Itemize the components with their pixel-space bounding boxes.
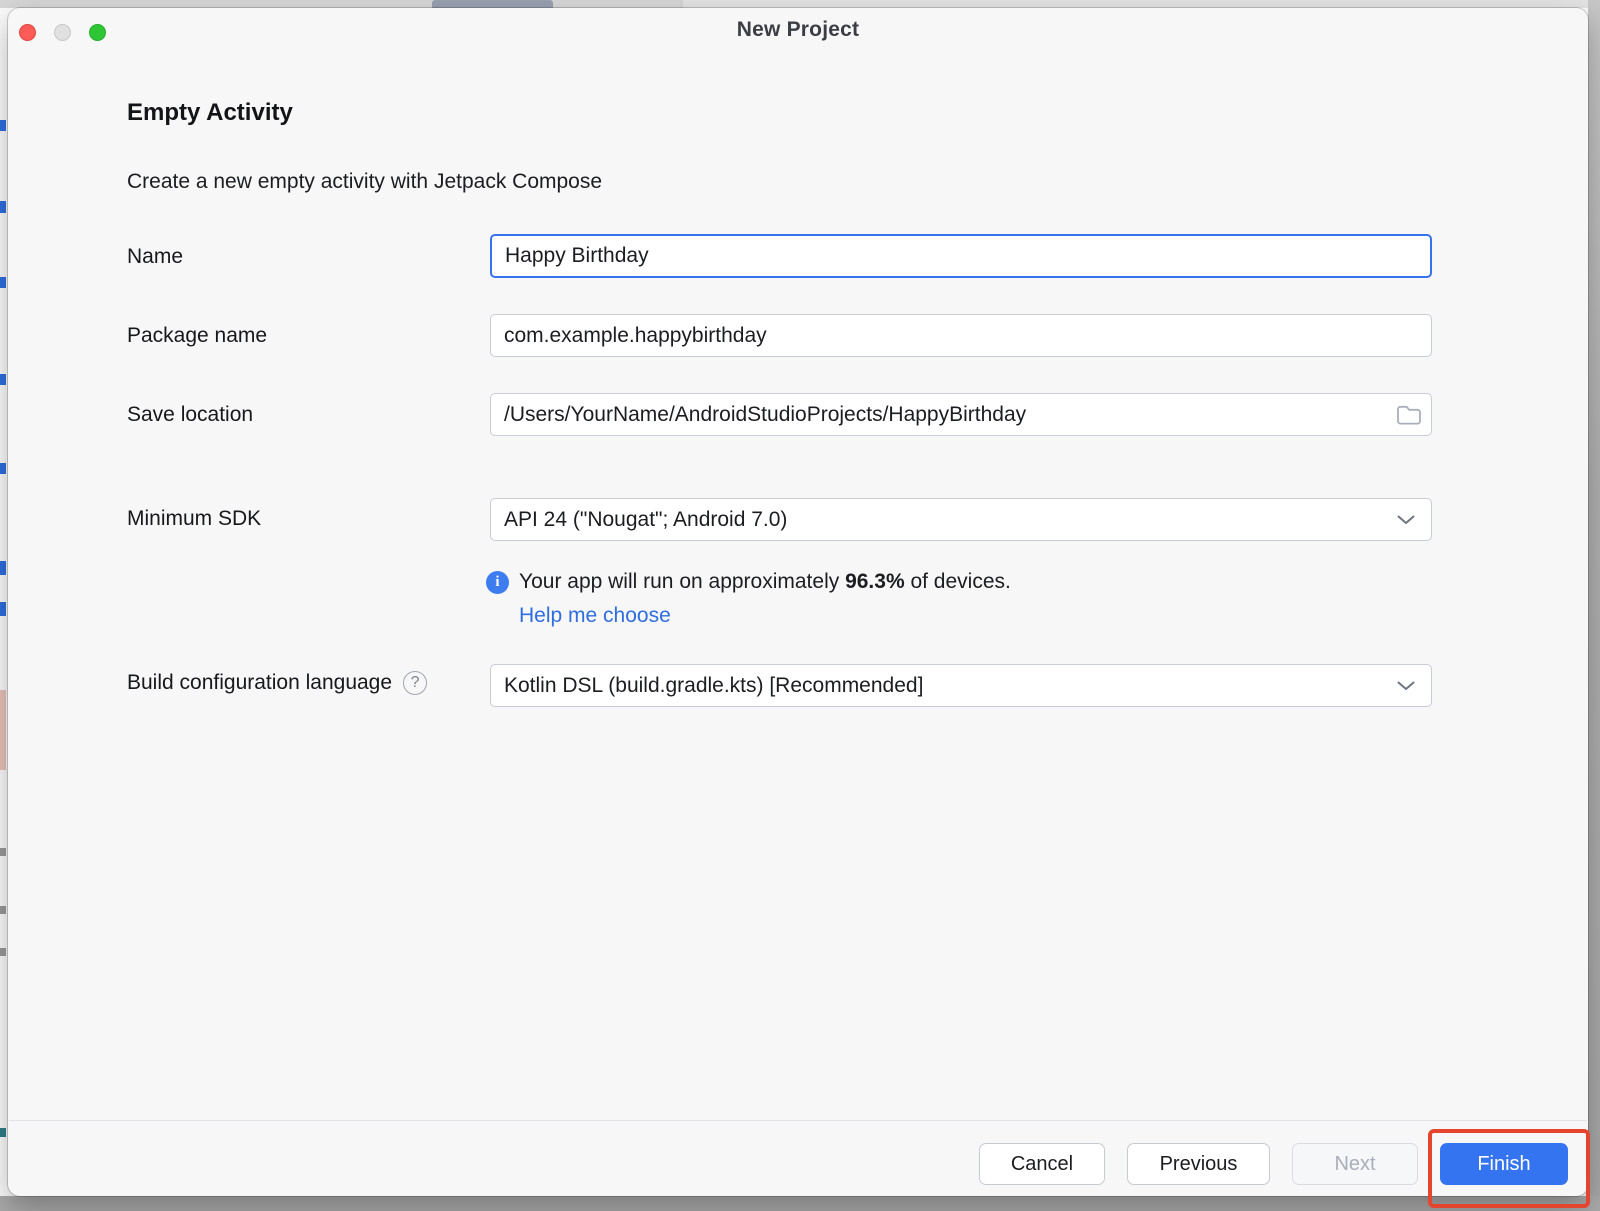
footer-divider [9, 1120, 1587, 1121]
save-location-input[interactable] [490, 393, 1432, 436]
background-artifact [0, 201, 6, 213]
build-config-label: Build configuration language [127, 671, 392, 695]
package-name-input[interactable] [490, 314, 1432, 357]
finish-button[interactable]: Finish [1440, 1143, 1568, 1185]
background-artifact [0, 602, 6, 616]
minimum-sdk-label: Minimum SDK [127, 507, 261, 531]
sdk-info-percent: 96.3% [845, 570, 905, 593]
previous-button[interactable]: Previous [1127, 1143, 1270, 1185]
sdk-info-text: Your app will run on approximately 96.3%… [519, 570, 1011, 594]
name-label: Name [127, 245, 183, 269]
background-top-bar-light [683, 0, 1600, 8]
build-config-label-row: Build configuration language ? [127, 670, 427, 695]
save-location-label: Save location [127, 403, 253, 427]
chevron-down-icon [1397, 681, 1415, 691]
background-artifact [0, 1128, 6, 1137]
background-artifact [0, 561, 6, 575]
background-artifact [0, 948, 6, 956]
background-artifact [0, 906, 6, 914]
background-bottom-strip [0, 1196, 1600, 1211]
background-artifact [0, 690, 6, 770]
background-artifact [0, 374, 6, 385]
folder-icon[interactable] [1392, 402, 1426, 428]
help-me-choose-link[interactable]: Help me choose [519, 604, 671, 628]
minimum-sdk-select[interactable]: API 24 ("Nougat"; Android 7.0) [490, 498, 1432, 541]
sdk-info-suffix: of devices. [905, 570, 1011, 593]
minimum-sdk-value: API 24 ("Nougat"; Android 7.0) [504, 508, 787, 532]
window-title: New Project [8, 18, 1588, 42]
background-artifact [0, 277, 6, 288]
sdk-info-prefix: Your app will run on approximately [519, 570, 845, 593]
sdk-info-row: i Your app will run on approximately 96.… [486, 570, 1011, 594]
background-tab-fragment [432, 0, 553, 8]
build-config-value: Kotlin DSL (build.gradle.kts) [Recommend… [504, 674, 923, 698]
background-right-strip [1588, 0, 1600, 1211]
background-artifact [0, 120, 6, 131]
background-artifact [0, 463, 6, 474]
build-config-select[interactable]: Kotlin DSL (build.gradle.kts) [Recommend… [490, 664, 1432, 707]
page-subtitle: Create a new empty activity with Jetpack… [127, 170, 602, 194]
chevron-down-icon [1397, 515, 1415, 525]
info-icon: i [486, 571, 509, 594]
background-artifact [0, 848, 6, 856]
cancel-button[interactable]: Cancel [979, 1143, 1105, 1185]
question-icon[interactable]: ? [403, 671, 427, 695]
name-input[interactable] [490, 234, 1432, 278]
page-title: Empty Activity [127, 99, 293, 127]
next-button: Next [1292, 1143, 1418, 1185]
package-name-label: Package name [127, 324, 267, 348]
screen: New Project Empty Activity Create a new … [0, 0, 1600, 1211]
